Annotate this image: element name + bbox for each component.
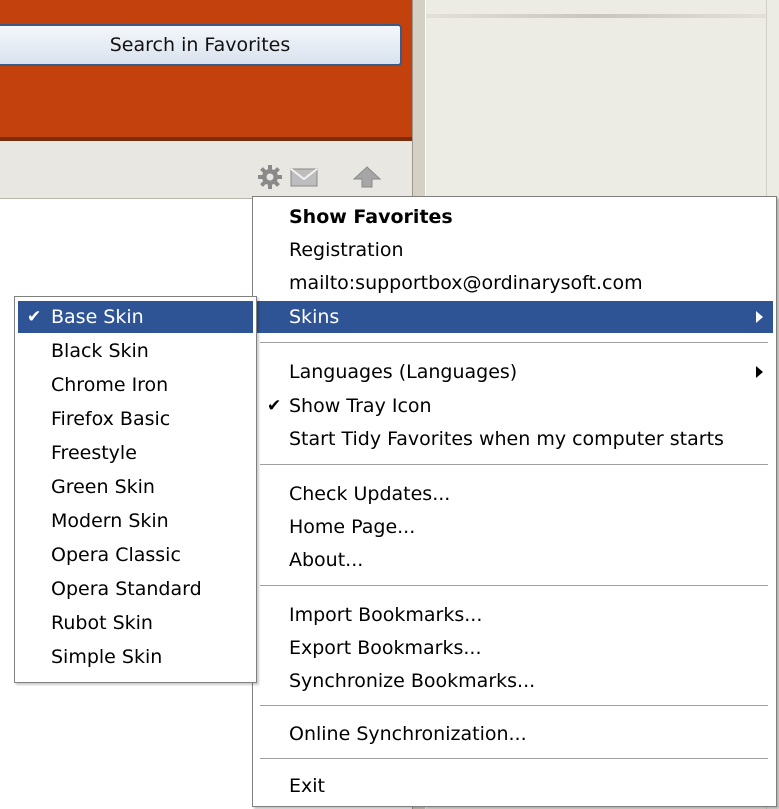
checkmark-icon: ✔ [27, 307, 42, 327]
skin-item-label: Opera Standard [51, 578, 202, 600]
menu-item-label: Skins [289, 306, 340, 328]
menu-item-import-bookmarks[interactable]: Import Bookmarks... [256, 599, 773, 631]
menu-item-label: Exit [289, 775, 325, 797]
menu-item-mailto[interactable]: mailto:supportbox@ordinarysoft.com [256, 267, 773, 299]
skin-item-label: Firefox Basic [51, 408, 171, 430]
menu-item-label: About... [289, 549, 364, 571]
menu-separator [260, 585, 768, 587]
header-band: Search in Favorites [0, 0, 412, 141]
skin-item-chrome-iron[interactable]: Chrome Iron [18, 369, 253, 401]
toolbar [0, 141, 412, 199]
skin-item-firefox-basic[interactable]: Firefox Basic [18, 403, 253, 435]
skin-item-opera-classic[interactable]: Opera Classic [18, 539, 253, 571]
up-arrow-icon[interactable] [352, 164, 382, 190]
menu-item-label: Home Page... [289, 516, 416, 538]
top-stripe [426, 14, 766, 18]
skin-item-opera-standard[interactable]: Opera Standard [18, 573, 253, 605]
menu-separator [260, 342, 768, 344]
checkmark-icon: ✔ [267, 396, 282, 416]
skin-item-modern-skin[interactable]: Modern Skin [18, 505, 253, 537]
skin-item-rubot-skin[interactable]: Rubot Skin [18, 607, 253, 639]
menu-item-label: mailto:supportbox@ordinarysoft.com [289, 272, 643, 294]
menu-item-languages[interactable]: Languages (Languages) [256, 356, 773, 388]
menu-item-label: Languages (Languages) [289, 361, 518, 383]
menu-item-online-synchronization[interactable]: Online Synchronization... [256, 718, 773, 750]
menu-item-label: Registration [289, 239, 404, 261]
menu-item-label: Online Synchronization... [289, 723, 527, 745]
skin-item-base-skin[interactable]: ✔ Base Skin [18, 301, 253, 333]
search-in-favorites-button[interactable]: Search in Favorites [0, 24, 402, 66]
skin-item-label: Base Skin [51, 306, 144, 328]
skin-item-label: Rubot Skin [51, 612, 153, 634]
settings-context-menu: Show Favorites Registration mailto:suppo… [252, 196, 777, 807]
menu-item-skins[interactable]: Skins [256, 301, 773, 333]
menu-item-home-page[interactable]: Home Page... [256, 511, 773, 543]
submenu-arrow-icon [756, 311, 763, 323]
menu-item-start-on-boot[interactable]: Start Tidy Favorites when my computer st… [256, 423, 773, 455]
menu-item-label: Import Bookmarks... [289, 604, 483, 626]
menu-separator [260, 464, 768, 466]
menu-item-registration[interactable]: Registration [256, 234, 773, 266]
menu-item-show-tray-icon[interactable]: ✔ Show Tray Icon [256, 390, 773, 422]
menu-item-label: Export Bookmarks... [289, 637, 482, 659]
skin-item-label: Opera Classic [51, 544, 181, 566]
menu-item-label: Show Favorites [289, 206, 453, 228]
menu-item-about[interactable]: About... [256, 544, 773, 576]
skin-item-simple-skin[interactable]: Simple Skin [18, 641, 253, 673]
skin-item-freestyle[interactable]: Freestyle [18, 437, 253, 469]
skin-item-label: Black Skin [51, 340, 149, 362]
skin-item-green-skin[interactable]: Green Skin [18, 471, 253, 503]
skin-item-label: Green Skin [51, 476, 155, 498]
menu-item-show-favorites[interactable]: Show Favorites [256, 201, 773, 233]
submenu-arrow-icon [756, 366, 763, 378]
skin-item-black-skin[interactable]: Black Skin [18, 335, 253, 367]
menu-separator [260, 705, 768, 707]
menu-item-label: Check Updates... [289, 483, 451, 505]
menu-item-exit[interactable]: Exit [256, 770, 773, 802]
mail-icon[interactable] [289, 164, 319, 190]
gear-icon[interactable] [255, 164, 285, 190]
menu-item-check-updates[interactable]: Check Updates... [256, 478, 773, 510]
menu-item-export-bookmarks[interactable]: Export Bookmarks... [256, 632, 773, 664]
skin-item-label: Freestyle [51, 442, 137, 464]
menu-item-label: Start Tidy Favorites when my computer st… [289, 428, 724, 450]
skin-item-label: Simple Skin [51, 646, 163, 668]
skin-item-label: Modern Skin [51, 510, 169, 532]
menu-item-synchronize-bookmarks[interactable]: Synchronize Bookmarks... [256, 665, 773, 697]
menu-item-label: Synchronize Bookmarks... [289, 670, 536, 692]
menu-item-label: Show Tray Icon [289, 395, 432, 417]
skin-item-label: Chrome Iron [51, 374, 169, 396]
skins-submenu: ✔ Base Skin Black Skin Chrome Iron Firef… [14, 296, 257, 683]
menu-separator [260, 758, 768, 760]
